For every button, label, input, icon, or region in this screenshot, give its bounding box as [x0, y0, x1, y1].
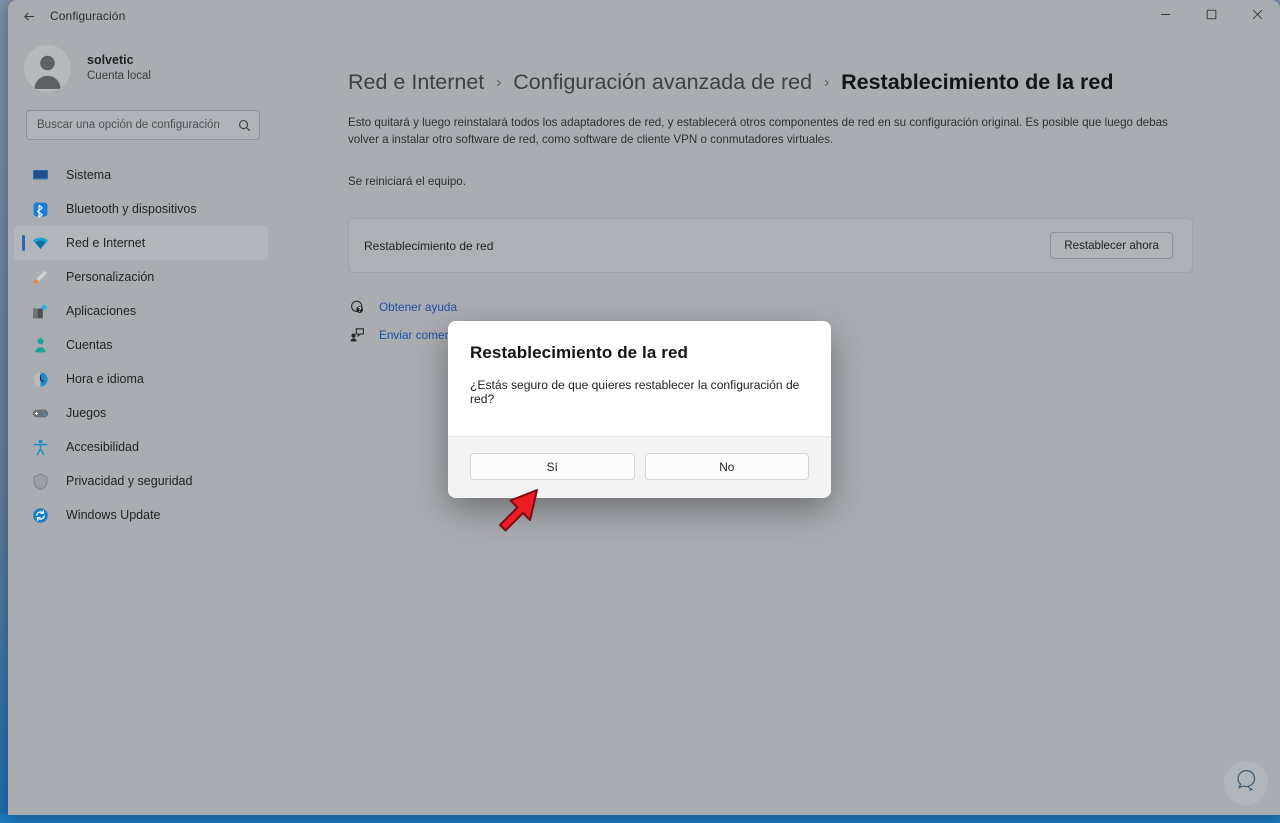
sidebar: solvetic Cuenta local Buscar una opción …: [8, 32, 280, 815]
sidebar-item-label: Hora e idioma: [66, 372, 144, 386]
description-paragraph-2: Se reiniciará el equipo.: [348, 174, 466, 188]
back-arrow-icon: [22, 9, 37, 24]
account-name: solvetic: [87, 53, 134, 68]
system-icon: [32, 167, 49, 184]
sidebar-item-red-e-internet[interactable]: Red e Internet: [14, 226, 268, 260]
apps-icon: [32, 303, 49, 320]
breadcrumb-link-configuracion-avanzada[interactable]: Configuración avanzada de red: [513, 70, 812, 95]
shield-icon: [32, 473, 49, 490]
sidebar-item-label: Red e Internet: [66, 236, 146, 250]
sidebar-item-label: Cuentas: [66, 338, 113, 352]
account-icon: [32, 337, 49, 354]
bluetooth-icon: [32, 201, 49, 218]
sidebar-item-windows-update[interactable]: Windows Update: [14, 498, 268, 532]
dialog-content: Restablecimiento de la red ¿Estás seguro…: [448, 321, 831, 436]
sidebar-nav: Sistema Bluetooth y dispositivos Red e I…: [8, 158, 280, 532]
sidebar-item-personalizacion[interactable]: Personalización: [14, 260, 268, 294]
brush-icon: [32, 269, 49, 286]
sidebar-item-label: Bluetooth y dispositivos: [66, 202, 197, 216]
account-type: Cuenta local: [87, 69, 151, 82]
close-icon: [1252, 7, 1263, 25]
dialog-message: ¿Estás seguro de que quieres restablecer…: [470, 378, 800, 406]
back-button[interactable]: [12, 2, 46, 30]
sidebar-item-accesibilidad[interactable]: Accesibilidad: [14, 430, 268, 464]
settings-window: Configuración solvetic Cuenta local Busc…: [8, 0, 1280, 815]
dialog-cancel-button[interactable]: No: [644, 453, 809, 480]
accessibility-icon: [32, 439, 49, 456]
sidebar-item-juegos[interactable]: Juegos: [14, 396, 268, 430]
dialog-actions: Sí No: [448, 436, 831, 498]
sidebar-item-aplicaciones[interactable]: Aplicaciones: [14, 294, 268, 328]
obtener-ayuda-link[interactable]: Obtener ayuda: [348, 295, 1200, 319]
description-paragraph-1: Esto quitará y luego reinstalará todos l…: [348, 116, 1168, 146]
sidebar-item-label: Juegos: [66, 406, 107, 420]
network-reset-card: Restablecimiento de red Restablecer ahor…: [348, 218, 1193, 274]
sidebar-item-cuentas[interactable]: Cuentas: [14, 328, 268, 362]
breadcrumb-separator: ›: [496, 74, 502, 91]
account-block[interactable]: solvetic Cuenta local: [8, 32, 280, 96]
description-block: Esto quitará y luego reinstalará todos l…: [348, 115, 1191, 190]
feedback-bubble-button[interactable]: [1224, 761, 1268, 805]
maximize-button[interactable]: [1188, 0, 1234, 32]
title-bar: Configuración: [8, 0, 1280, 32]
search-icon: [238, 119, 251, 132]
update-icon: [32, 507, 49, 524]
avatar-icon: [34, 55, 61, 89]
dialog-title: Restablecimiento de la red: [470, 343, 689, 362]
close-button[interactable]: [1234, 0, 1280, 32]
account-text: solvetic Cuenta local: [87, 52, 151, 83]
sidebar-item-label: Privacidad y seguridad: [66, 474, 193, 488]
dialog-confirm-button[interactable]: Sí: [470, 453, 635, 480]
sidebar-item-label: Sistema: [66, 168, 112, 182]
clock-icon: [32, 371, 49, 388]
desktop-background: Configuración solvetic Cuenta local Busc…: [0, 0, 1280, 823]
sidebar-item-label: Accesibilidad: [66, 440, 139, 454]
maximize-icon: [1206, 7, 1217, 25]
breadcrumb: Red e Internet › Configuración avanzada …: [348, 70, 1200, 95]
minimize-icon: [1160, 7, 1171, 25]
search-input[interactable]: [37, 119, 238, 131]
taskbar-strip: [0, 814, 1280, 823]
breadcrumb-separator: ›: [824, 74, 830, 91]
feedback-bubble-icon: [1233, 768, 1259, 799]
gamepad-icon: [32, 405, 49, 422]
sidebar-item-label: Personalización: [66, 270, 155, 284]
minimize-button[interactable]: [1142, 0, 1188, 32]
breadcrumb-link-red-e-internet[interactable]: Red e Internet: [348, 70, 484, 95]
network-reset-label: Restablecimiento de red: [364, 238, 494, 253]
reset-now-button[interactable]: Restablecer ahora: [1050, 232, 1173, 260]
window-controls: [1142, 0, 1280, 32]
wifi-icon: [32, 235, 49, 252]
sidebar-item-privacidad-y-seguridad[interactable]: Privacidad y seguridad: [14, 464, 268, 498]
feedback-icon: [348, 326, 366, 344]
sidebar-item-sistema[interactable]: Sistema: [14, 158, 268, 192]
avatar: [24, 44, 71, 92]
sidebar-item-label: Aplicaciones: [66, 304, 137, 318]
sidebar-item-bluetooth[interactable]: Bluetooth y dispositivos: [14, 192, 268, 226]
help-icon: [348, 298, 366, 316]
network-reset-dialog: Restablecimiento de la red ¿Estás seguro…: [448, 321, 831, 498]
page-title: Restablecimiento de la red: [841, 70, 1114, 94]
help-link-label: Obtener ayuda: [379, 300, 458, 315]
sidebar-item-label: Windows Update: [66, 508, 161, 522]
search-box[interactable]: [26, 110, 260, 140]
sidebar-item-hora-e-idioma[interactable]: Hora e idioma: [14, 362, 268, 396]
window-title: Configuración: [50, 9, 126, 23]
